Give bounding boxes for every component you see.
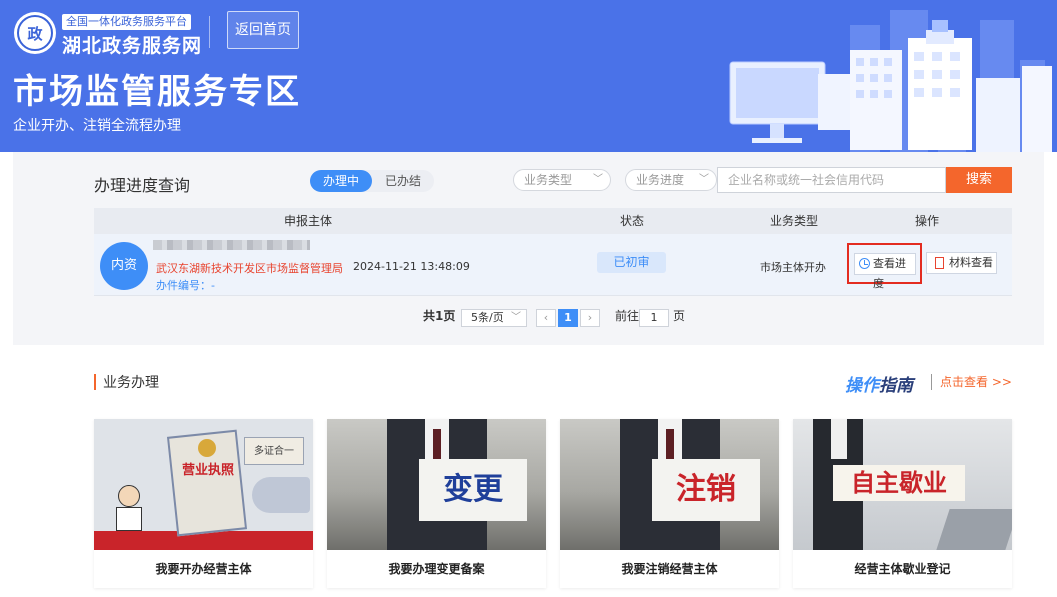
card-suspend-business[interactable]: 自主歇业 经营主体歇业登记 <box>793 419 1012 588</box>
goto-label: 前往 <box>615 309 640 323</box>
search-button[interactable]: 搜索 <box>946 167 1012 193</box>
column-header-type: 业务类型 <box>770 214 819 228</box>
redacted-name <box>153 240 310 250</box>
card-sign-text: 营业执照 <box>181 463 234 478</box>
card-label: 我要注销经营主体 <box>621 562 718 576</box>
row-business-type: 市场主体开办 <box>760 261 826 274</box>
column-header-subject: 申报主体 <box>284 214 333 228</box>
guide-logo-b: 指南 <box>879 376 913 396</box>
column-header-status: 状态 <box>620 214 645 228</box>
table-header: 申报主体 状态 业务类型 操作 <box>94 208 1012 234</box>
guide-logo-a: 操作 <box>845 376 879 396</box>
progress-panel: 办理进度查询 办理中 已办结 业务类型 ﹀ 业务进度 ﹀ 企业名称或统一社会信用… <box>13 152 1044 345</box>
next-page-button[interactable]: › <box>580 309 600 327</box>
column-header-action: 操作 <box>915 214 940 228</box>
card-cancel-business[interactable]: 注销 我要注销经营主体 <box>560 419 779 588</box>
table-row: 内资 武汉东湖新技术开发区市场监督管理局 2024-11-21 13:48:09… <box>94 234 1012 296</box>
view-progress-button[interactable]: 查看进度 <box>854 253 916 290</box>
chevron-down-icon: ﹀ <box>593 174 603 185</box>
page-title: 市场监管服务专区 <box>13 72 301 112</box>
business-progress-select[interactable]: 业务进度 ﹀ <box>625 169 717 191</box>
view-material-button[interactable]: 材料查看 <box>926 252 997 274</box>
status-tabs: 办理中 已办结 <box>310 170 435 192</box>
gov-emblem-icon: 政 <box>14 12 56 54</box>
header-divider <box>209 16 210 48</box>
row-case-number: 办件编号：- <box>156 279 215 292</box>
pager-total: 共1页 <box>423 309 456 323</box>
guide-divider <box>931 374 932 390</box>
page-suffix: 页 <box>673 309 686 323</box>
site-logo-text[interactable]: 湖北政务服务网 <box>62 31 202 58</box>
platform-tagline: 全国一体化政务服务平台 <box>62 14 191 30</box>
card-open-business[interactable]: 营业执照 多证合一 我要开办经营主体 <box>94 419 313 588</box>
section-accent-bar <box>94 374 96 390</box>
card-change-filing[interactable]: 变更 我要办理变更备案 <box>327 419 546 588</box>
page-size-value: 5条/页 <box>471 311 504 324</box>
tab-in-progress[interactable]: 办理中 <box>310 170 373 192</box>
page-number-button[interactable]: 1 <box>558 309 578 327</box>
guide-link[interactable]: 点击查看 >> <box>940 373 1012 390</box>
view-material-label: 材料查看 <box>949 256 993 269</box>
chevron-down-icon: ﹀ <box>511 312 521 323</box>
card-sign-text: 注销 <box>652 459 760 521</box>
page-size-select[interactable]: 5条/页 ﹀ <box>461 309 527 327</box>
guide-logo: 操作指南 <box>845 371 913 396</box>
business-type-placeholder: 业务类型 <box>524 173 573 187</box>
card-label: 我要办理变更备案 <box>388 562 485 576</box>
status-badge: 已初审 <box>597 252 666 273</box>
row-org: 武汉东湖新技术开发区市场监督管理局 <box>156 262 343 275</box>
card-label: 我要开办经营主体 <box>155 562 252 576</box>
card-image: 营业执照 多证合一 <box>94 419 313 550</box>
avatar: 内资 <box>100 242 148 290</box>
home-button[interactable]: 返回首页 <box>227 11 299 49</box>
goto-page-input[interactable]: 1 <box>639 309 669 327</box>
page-header: 政 全国一体化政务服务平台 湖北政务服务网 返回首页 市场监管服务专区 企业开办… <box>0 0 1057 152</box>
prev-page-button[interactable]: ‹ <box>536 309 556 327</box>
card-image: 注销 <box>560 419 779 550</box>
card-sign-text: 变更 <box>419 459 527 521</box>
tab-completed[interactable]: 已办结 <box>372 170 434 192</box>
clock-icon <box>859 258 870 269</box>
business-type-select[interactable]: 业务类型 ﹀ <box>513 169 611 191</box>
card-label: 经营主体歇业登记 <box>854 562 951 576</box>
view-progress-label: 查看进度 <box>873 257 906 290</box>
business-progress-placeholder: 业务进度 <box>636 173 685 187</box>
view-progress-highlight: 查看进度 <box>847 243 922 290</box>
card-sign-text: 自主歇业 <box>833 465 965 501</box>
row-time: 2024-11-21 13:48:09 <box>353 260 470 273</box>
document-icon <box>935 257 944 269</box>
progress-title: 办理进度查询 <box>94 176 191 195</box>
chevron-down-icon: ﹀ <box>699 174 709 185</box>
search-input[interactable]: 企业名称或统一社会信用代码 <box>717 167 946 193</box>
city-illustration <box>729 10 1052 152</box>
card-image: 变更 <box>327 419 546 550</box>
card-image: 自主歇业 <box>793 419 1012 550</box>
section-title: 业务办理 <box>103 375 159 391</box>
page-subtitle: 企业开办、注销全流程办理 <box>13 118 181 134</box>
